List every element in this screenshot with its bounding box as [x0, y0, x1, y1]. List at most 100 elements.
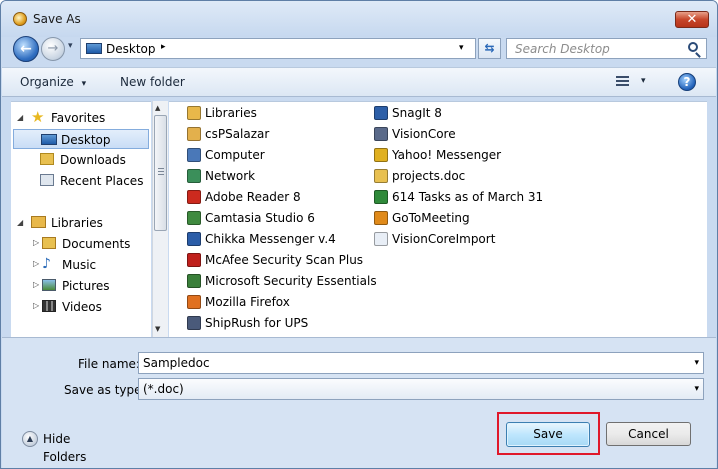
file-item-label: ShipRush for UPS — [205, 316, 309, 330]
nav-favorites[interactable]: ★ Favorites — [31, 108, 149, 128]
recent-places-icon — [40, 174, 54, 186]
address-location[interactable]: Desktop — [106, 42, 156, 56]
search-input[interactable]: Search Desktop — [506, 38, 707, 59]
expand-music-icon[interactable]: ▷ — [33, 259, 39, 268]
chevron-up-icon: ▲ — [22, 431, 38, 447]
back-button[interactable]: ← — [13, 36, 39, 62]
shiprush-icon — [187, 316, 201, 330]
file-name-value: Sampledoc — [143, 356, 210, 370]
desktop-icon — [86, 43, 102, 54]
user-folder-icon — [187, 127, 201, 141]
cancel-button[interactable]: Cancel — [606, 422, 691, 446]
save-as-type-select[interactable]: (*.doc) ▾ — [138, 378, 704, 400]
title-bar[interactable]: Save As ✕ — [1, 1, 717, 37]
help-icon[interactable]: ? — [678, 73, 696, 91]
file-item-label: GoToMeeting — [392, 211, 470, 225]
nav-pane-scrollbar[interactable]: ▲ ▼ — [152, 101, 168, 337]
expand-pictures-icon[interactable]: ▷ — [33, 280, 39, 289]
chikka-icon — [187, 232, 201, 246]
firefox-icon — [187, 295, 201, 309]
breadcrumb-arrow-icon[interactable]: ▸ — [161, 42, 166, 52]
nav-item-videos[interactable]: Videos — [42, 297, 149, 317]
file-item-label: Camtasia Studio 6 — [205, 211, 315, 225]
dialog-footer: File name: Sampledoc ▾ Save as type: (*.… — [2, 337, 716, 468]
search-placeholder: Search Desktop — [515, 42, 610, 56]
command-toolbar: Organize ▾ New folder ▾ ? — [2, 67, 716, 97]
refresh-icon: ⇆ — [484, 41, 495, 55]
nav-item-music[interactable]: ♪ Music — [42, 255, 149, 275]
file-item-label: projects.doc — [392, 169, 466, 183]
chevron-down-icon: ▾ — [81, 79, 87, 89]
expand-videos-icon[interactable]: ▷ — [33, 301, 39, 310]
expand-favorites-icon[interactable]: ◢ — [17, 113, 23, 122]
file-item-label: Libraries — [205, 106, 257, 120]
nav-item-downloads[interactable]: Downloads — [40, 150, 149, 170]
window-title: Save As — [33, 12, 81, 26]
libraries-icon — [187, 106, 201, 120]
save-as-dialog: Save As ✕ ← → ▾ Desktop ▸ ▾ ⇆ Search Des… — [0, 0, 718, 469]
arrow-left-icon: ← — [20, 41, 32, 57]
views-dropdown-icon[interactable]: ▾ — [641, 76, 646, 86]
file-item-label: Network — [205, 169, 256, 183]
camtasia-icon — [187, 211, 201, 225]
organize-button[interactable]: Organize ▾ — [14, 72, 92, 93]
documents-icon — [42, 237, 56, 249]
snagit-icon — [374, 106, 388, 120]
nav-item-recent-places[interactable]: Recent Places — [40, 171, 149, 191]
arrow-right-icon: → — [47, 41, 59, 56]
nav-item-desktop[interactable]: Desktop — [13, 129, 149, 149]
file-name-dropdown-icon[interactable]: ▾ — [694, 353, 699, 373]
file-item-label: Adobe Reader 8 — [205, 190, 301, 204]
file-item-label: Mozilla Firefox — [205, 295, 290, 309]
excel-icon — [374, 190, 388, 204]
security-essentials-icon — [187, 274, 201, 288]
expand-documents-icon[interactable]: ▷ — [33, 238, 39, 247]
file-item-label: McAfee Security Scan Plus — [205, 253, 364, 267]
grip-icon — [158, 168, 164, 175]
new-folder-button[interactable]: New folder — [114, 72, 191, 93]
file-item-label: Chikka Messenger v.4 — [205, 232, 336, 246]
file-name-field[interactable]: Sampledoc ▾ — [138, 352, 704, 374]
adobe-reader-icon — [187, 190, 201, 204]
file-name-label: File name: — [78, 357, 140, 371]
downloads-folder-icon — [40, 153, 54, 165]
address-dropdown-icon[interactable]: ▾ — [459, 43, 464, 53]
pictures-icon — [42, 279, 56, 291]
navigation-pane: ◢ ★ Favorites Desktop Downloads Recent P… — [11, 101, 151, 337]
file-item-label: csPSalazar — [205, 127, 270, 141]
expand-libraries-icon[interactable]: ◢ — [17, 218, 23, 227]
save-as-type-value: (*.doc) — [143, 382, 184, 396]
save-as-type-dropdown-icon[interactable]: ▾ — [694, 379, 699, 399]
videos-icon — [42, 300, 56, 312]
address-bar[interactable]: Desktop ▸ ▾ — [80, 38, 476, 59]
file-item-label: Microsoft Security Essentials — [205, 274, 377, 288]
document-icon — [374, 232, 388, 246]
visioncore-icon — [374, 127, 388, 141]
nav-libraries[interactable]: Libraries — [31, 213, 149, 233]
folder-icon — [374, 169, 388, 183]
file-item-label: 614 Tasks as of March 31 — [392, 190, 544, 204]
scroll-down-arrow-icon[interactable]: ▼ — [155, 325, 160, 333]
file-item-label: Yahoo! Messenger — [392, 148, 502, 162]
organize-label: Organize — [20, 75, 74, 89]
gotomeeting-icon — [374, 211, 388, 225]
file-item-label: SnagIt 8 — [392, 106, 442, 120]
yahoo-messenger-icon — [374, 148, 388, 162]
nav-item-documents[interactable]: Documents — [42, 234, 149, 254]
close-button[interactable]: ✕ — [675, 11, 709, 28]
nav-item-pictures[interactable]: Pictures — [42, 276, 149, 296]
libraries-icon — [31, 216, 46, 228]
forward-button[interactable]: → — [41, 37, 65, 61]
save-button[interactable]: Save — [506, 422, 590, 447]
scroll-up-arrow-icon[interactable]: ▲ — [155, 104, 160, 112]
app-icon — [13, 12, 27, 26]
close-icon: ✕ — [686, 12, 698, 27]
refresh-button[interactable]: ⇆ — [478, 38, 501, 59]
views-icon[interactable] — [616, 76, 629, 88]
scroll-thumb[interactable] — [154, 115, 167, 231]
file-item-label: Computer — [205, 148, 265, 162]
recent-pages-dropdown[interactable]: ▾ — [68, 41, 73, 51]
file-item-label: VisionCoreImport — [392, 232, 496, 246]
search-icon[interactable] — [688, 42, 698, 52]
file-list-pane: Libraries csPSalazar Computer Network Adobe … — [169, 101, 707, 337]
